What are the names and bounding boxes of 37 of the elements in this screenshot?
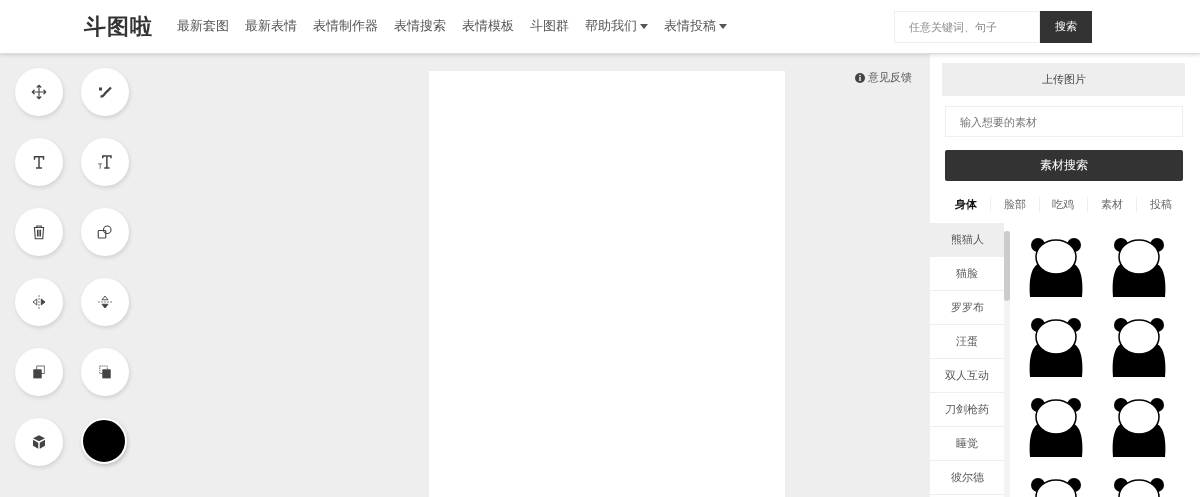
feedback-link[interactable]: 意见反馈 xyxy=(855,70,912,85)
nav-link[interactable]: 斗图群 xyxy=(530,18,569,35)
nav-link[interactable]: 最新套图 xyxy=(177,18,229,35)
bring-front-icon xyxy=(30,363,48,381)
nav-link[interactable]: 帮助我们 xyxy=(585,18,648,35)
tool-button[interactable] xyxy=(15,418,63,466)
category-tab[interactable]: 素材 xyxy=(1087,196,1137,212)
search-field[interactable]: 任意关键词、句子 xyxy=(894,10,1040,43)
category-tab[interactable]: 身体 xyxy=(942,196,990,212)
info-icon xyxy=(855,72,865,83)
send-back-icon xyxy=(96,363,114,381)
upload-button[interactable]: 上传图片 xyxy=(942,63,1185,96)
site-logo[interactable]: 斗图啦 xyxy=(84,11,153,42)
tool-button[interactable] xyxy=(81,348,129,396)
material-search-field[interactable]: 输入想要的素材 xyxy=(945,106,1183,137)
nav-link[interactable]: 表情制作器 xyxy=(313,18,378,35)
search-button[interactable]: 搜索 xyxy=(1040,10,1092,43)
cube-icon xyxy=(30,433,48,451)
tool-button[interactable] xyxy=(15,348,63,396)
nav-link[interactable]: 表情投稿 xyxy=(664,18,727,35)
category-tab[interactable]: 吃鸡 xyxy=(1038,196,1088,212)
category-tab[interactable]: 脸部 xyxy=(989,196,1039,212)
caret-icon xyxy=(640,24,648,29)
caret-icon xyxy=(719,24,727,29)
tool-button[interactable] xyxy=(15,138,63,186)
flip-vertical-icon xyxy=(96,293,114,311)
nav-link[interactable]: 表情搜索 xyxy=(394,18,446,35)
nav-link[interactable]: 表情模板 xyxy=(462,18,514,35)
category-tab[interactable]: 投稿 xyxy=(1136,196,1185,212)
shapes-icon xyxy=(96,223,114,241)
flip-horizontal-icon xyxy=(30,293,48,311)
color-swatch[interactable] xyxy=(81,418,127,464)
scrollbar[interactable] xyxy=(1004,231,1010,497)
move-icon xyxy=(30,83,48,101)
nav-link[interactable]: 最新表情 xyxy=(245,18,297,35)
material-search-button[interactable]: 素材搜索 xyxy=(945,150,1183,181)
category-item[interactable]: 熊猫人 xyxy=(930,223,1004,257)
